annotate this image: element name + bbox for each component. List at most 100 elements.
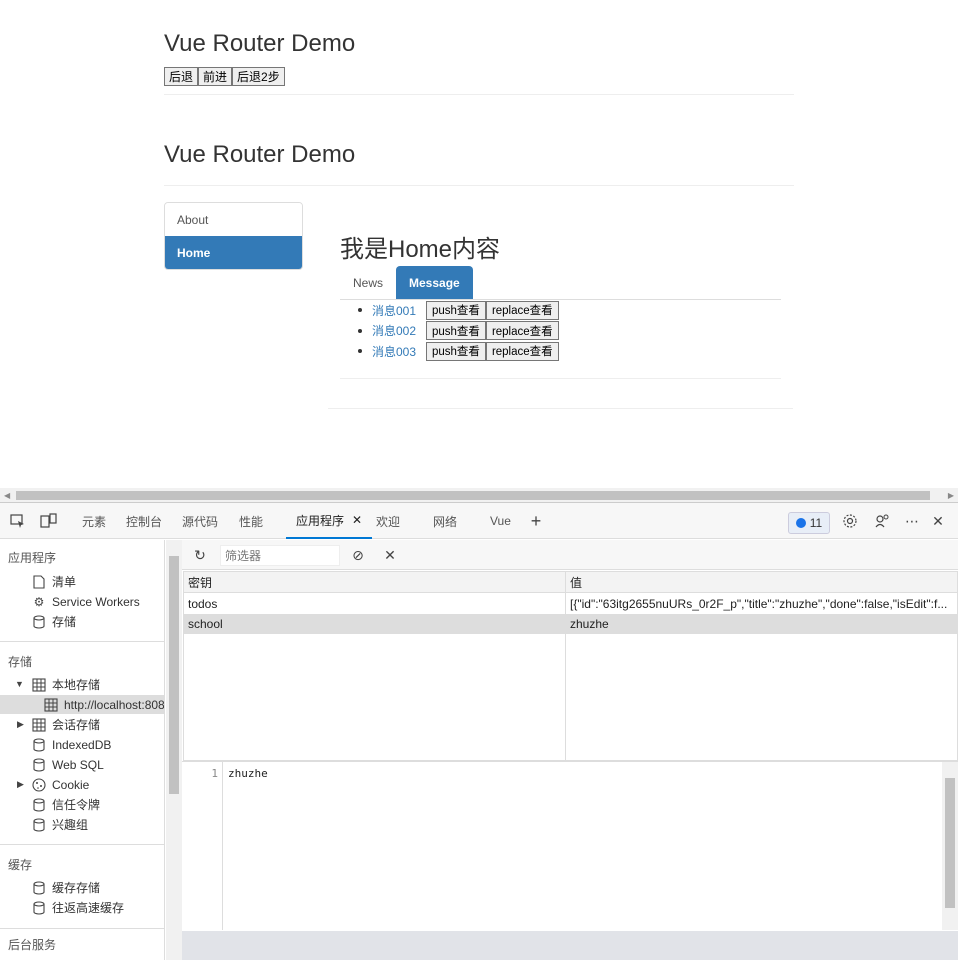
message-list: 消息001 push查看 replace查看 消息002 push查看 repl… bbox=[358, 300, 559, 362]
sidebar-item-label: Web SQL bbox=[52, 757, 104, 772]
sidebar-item-indexeddb[interactable]: IndexedDB bbox=[32, 735, 111, 754]
sidebar-item-interest-groups[interactable]: 兴趣组 bbox=[32, 815, 88, 834]
back-two-steps-button[interactable]: 后退2步 bbox=[232, 67, 285, 86]
tab-sources[interactable]: 源代码 bbox=[182, 503, 218, 539]
sidebar-item-storage[interactable]: 存储 bbox=[32, 612, 76, 631]
tab-application-label: 应用程序 bbox=[296, 513, 345, 528]
tab-vue[interactable]: Vue bbox=[490, 503, 511, 539]
push-view-button[interactable]: push查看 bbox=[426, 321, 486, 341]
tab-welcome[interactable]: 欢迎 bbox=[376, 503, 400, 539]
delete-selected-icon[interactable]: ✕ bbox=[380, 545, 400, 565]
more-options-icon[interactable]: ⋯ bbox=[902, 511, 922, 531]
storage-main-pane: ↻ ⊘ ✕ 密钥 值 todos [{"id":"63itg2655nuURs_… bbox=[182, 540, 958, 960]
sidebar-item-service-workers[interactable]: ⚙ Service Workers bbox=[32, 592, 140, 611]
tab-news[interactable]: News bbox=[340, 266, 396, 299]
expand-right-icon[interactable]: ▶ bbox=[17, 719, 24, 730]
sidebar-item-session-storage[interactable]: 会话存储 bbox=[32, 715, 100, 734]
database-icon bbox=[32, 737, 46, 752]
sidebar-item-manifest[interactable]: 清单 bbox=[32, 572, 76, 591]
divider bbox=[0, 928, 164, 929]
add-tab-icon[interactable]: + bbox=[526, 511, 546, 531]
close-icon[interactable]: ✕ bbox=[352, 513, 362, 527]
grid-icon bbox=[32, 677, 46, 692]
nav-item-home[interactable]: Home bbox=[165, 236, 302, 269]
sidebar-item-label: 存储 bbox=[52, 615, 77, 629]
bullet-icon bbox=[358, 308, 362, 313]
customize-icon[interactable] bbox=[872, 511, 892, 531]
divider bbox=[164, 94, 794, 95]
message-link[interactable]: 消息001 bbox=[372, 302, 426, 319]
expand-down-icon[interactable]: ▼ bbox=[15, 679, 24, 689]
value-cell: [{"id":"63itg2655nuURs_0r2F_p","title":"… bbox=[570, 597, 948, 611]
sidebar-item-label: 清单 bbox=[52, 575, 77, 589]
devtools-panel: 元素 控制台 源代码 性能 应用程序 ✕ 欢迎 网络 Vue + 11 ⋯ ✕ … bbox=[0, 502, 958, 960]
scroll-left-icon[interactable]: ◀ bbox=[4, 491, 10, 500]
push-view-button[interactable]: push查看 bbox=[426, 341, 486, 361]
tab-performance[interactable]: 性能 bbox=[239, 503, 263, 539]
forward-button[interactable]: 前进 bbox=[198, 67, 233, 86]
table-header: 密钥 值 bbox=[184, 572, 957, 593]
list-item: 消息001 push查看 replace查看 bbox=[358, 300, 559, 321]
grid-icon bbox=[44, 697, 58, 712]
table-row[interactable]: todos [{"id":"63itg2655nuURs_0r2F_p","ti… bbox=[184, 594, 957, 614]
sidebar-item-localhost[interactable]: http://localhost:8080 bbox=[0, 695, 164, 714]
key-cell: todos bbox=[188, 597, 218, 611]
application-sidebar: 应用程序 清单 ⚙ Service Workers 存储 存储 ▼ 本地存储 h… bbox=[0, 540, 165, 960]
filter-bar: ↻ ⊘ ✕ bbox=[182, 540, 958, 570]
message-link[interactable]: 消息003 bbox=[372, 343, 426, 360]
replace-view-button[interactable]: replace查看 bbox=[485, 321, 559, 341]
database-icon bbox=[32, 880, 46, 895]
devtools-toolbar: 元素 控制台 源代码 性能 应用程序 ✕ 欢迎 网络 Vue + 11 ⋯ ✕ bbox=[0, 503, 958, 539]
editor-vertical-scrollbar[interactable] bbox=[942, 762, 958, 930]
scrollbar-thumb[interactable] bbox=[945, 778, 955, 908]
tab-network[interactable]: 网络 bbox=[433, 503, 457, 539]
database-icon bbox=[32, 757, 46, 772]
value-preview-editor[interactable]: 1 zhuzhe bbox=[182, 761, 958, 931]
table-row[interactable]: school zhuzhe bbox=[184, 614, 957, 634]
sidebar-item-cookie[interactable]: Cookie bbox=[32, 775, 89, 794]
scrollbar-thumb[interactable] bbox=[169, 556, 179, 794]
scroll-right-icon[interactable]: ▶ bbox=[948, 491, 954, 500]
tab-application[interactable]: 应用程序 ✕ bbox=[286, 503, 373, 539]
sidebar-item-label: Cookie bbox=[52, 777, 90, 792]
bottom-status-area bbox=[182, 931, 958, 960]
device-toolbar-icon[interactable] bbox=[39, 511, 59, 531]
replace-view-button[interactable]: replace查看 bbox=[485, 341, 559, 361]
issues-badge[interactable]: 11 bbox=[788, 512, 830, 534]
divider bbox=[340, 378, 781, 379]
sidebar-item-bfcache[interactable]: 往返高速缓存 bbox=[32, 898, 124, 917]
value-cell: zhuzhe bbox=[570, 617, 609, 631]
nav-item-about[interactable]: About bbox=[165, 203, 302, 236]
expand-right-icon[interactable]: ▶ bbox=[17, 779, 24, 790]
push-view-button[interactable]: push查看 bbox=[426, 300, 486, 320]
column-divider[interactable] bbox=[565, 572, 566, 760]
message-link[interactable]: 消息002 bbox=[372, 322, 426, 339]
page-title: Vue Router Demo bbox=[164, 30, 356, 57]
filter-input[interactable] bbox=[220, 545, 340, 566]
key-value-table: 密钥 值 todos [{"id":"63itg2655nuURs_0r2F_p… bbox=[183, 571, 958, 761]
sidebar-vertical-scrollbar[interactable] bbox=[166, 540, 182, 960]
sidebar-item-local-storage[interactable]: 本地存储 bbox=[32, 675, 100, 694]
gear-icon: ⚙ bbox=[33, 594, 45, 609]
sidebar-item-label: 兴趣组 bbox=[52, 818, 89, 832]
column-header-key[interactable]: 密钥 bbox=[184, 572, 565, 593]
sidebar-item-web-sql[interactable]: Web SQL bbox=[32, 755, 104, 774]
database-icon bbox=[32, 817, 46, 832]
sidebar-item-cache-storage[interactable]: 缓存存储 bbox=[32, 878, 100, 897]
tab-console[interactable]: 控制台 bbox=[126, 503, 162, 539]
inspect-element-icon[interactable] bbox=[8, 511, 28, 531]
refresh-icon[interactable]: ↻ bbox=[190, 545, 210, 565]
sidebar-item-trust-tokens[interactable]: 信任令牌 bbox=[32, 795, 100, 814]
replace-view-button[interactable]: replace查看 bbox=[485, 300, 559, 320]
gear-icon[interactable] bbox=[840, 511, 860, 531]
close-devtools-icon[interactable]: ✕ bbox=[928, 511, 948, 531]
column-header-value[interactable]: 值 bbox=[566, 572, 957, 593]
sidebar-item-label: 本地存储 bbox=[52, 678, 101, 692]
tab-elements[interactable]: 元素 bbox=[82, 503, 106, 539]
line-number: 1 bbox=[211, 767, 218, 780]
tab-message[interactable]: Message bbox=[396, 266, 473, 299]
scrollbar-thumb[interactable] bbox=[16, 491, 930, 500]
page-horizontal-scrollbar[interactable]: ◀ ▶ bbox=[0, 488, 958, 502]
clear-all-icon[interactable]: ⊘ bbox=[348, 545, 368, 565]
back-button[interactable]: 后退 bbox=[164, 67, 199, 86]
